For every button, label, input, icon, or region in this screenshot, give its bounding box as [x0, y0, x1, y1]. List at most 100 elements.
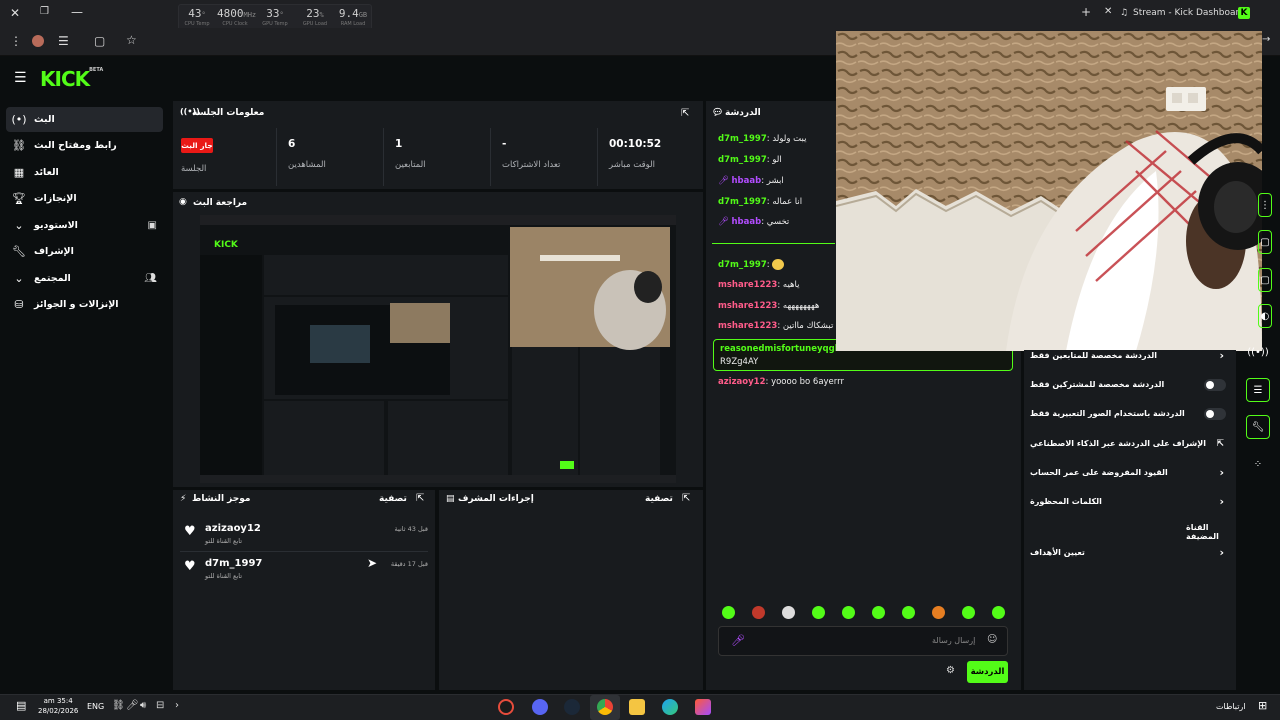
emotes-only-toggle[interactable] — [1204, 408, 1226, 420]
chat-new-divider — [712, 243, 835, 244]
sidebar-item-studio[interactable]: ⌄ الاستوديو ▣ — [6, 213, 163, 238]
broadcast-rail-icon[interactable]: ((•)) — [1246, 340, 1270, 364]
input-language[interactable]: ENG — [87, 702, 104, 711]
new-tab-icon[interactable]: + — [1081, 5, 1091, 19]
discord-app-icon[interactable] — [532, 699, 548, 715]
profile-avatar[interactable] — [32, 35, 44, 47]
banned-words-setting[interactable]: الكلمات المحظورة › — [1030, 495, 1230, 513]
mod-filter-button[interactable]: تصفية — [645, 494, 673, 504]
app-icon[interactable] — [695, 699, 711, 715]
mic-badge-icon[interactable]: 🎤︎ — [731, 634, 745, 647]
chat-username[interactable]: d7m_1997 — [718, 197, 767, 207]
restore-icon[interactable]: ❐ — [40, 6, 49, 17]
network-icon[interactable]: ⊟ — [156, 700, 164, 711]
file-explorer-icon[interactable] — [629, 699, 645, 715]
sidebar-item-community[interactable]: ⌄ المجتمع 👥︎ — [6, 266, 163, 291]
chat-text: الو — [772, 155, 782, 165]
account-age-setting[interactable]: القيود المفروضة على عمر الحساب › — [1030, 466, 1230, 484]
menu-dots-icon[interactable]: ⋮ — [10, 34, 22, 48]
browser-tab[interactable]: ♫ Stream - Kick Dashboard K — [1100, 4, 1255, 24]
pinned-username[interactable]: reasonedmisfortuneyqgb: — [720, 344, 844, 354]
chat-send-button[interactable]: الدردشة — [967, 661, 1008, 683]
activity-filter-button[interactable]: تصفية — [379, 494, 407, 504]
popout-icon[interactable]: ⇱ — [682, 493, 690, 504]
emote-icon[interactable] — [722, 606, 735, 619]
emote-icon[interactable] — [782, 606, 795, 619]
emote-icon[interactable] — [752, 606, 765, 619]
emote-icon[interactable] — [872, 606, 885, 619]
divider — [180, 551, 428, 552]
activity-username[interactable]: azizaoy12 — [205, 523, 261, 534]
live-status-badge: جار البث — [181, 138, 213, 153]
wrench-icon[interactable]: 🔧︎ — [1246, 415, 1270, 439]
sidebar-item-achievements[interactable]: 🏆︎ الإنجازات — [6, 186, 163, 211]
layout-icon[interactable]: ☰ — [1246, 378, 1270, 402]
rail-button-partial[interactable]: ◐ — [1258, 304, 1272, 328]
chat-username[interactable]: hbaab — [732, 176, 762, 186]
popout-icon[interactable]: ⇱ — [681, 108, 689, 119]
subscribers-only-setting: الدردشة مخصصة للمشتركين فقط — [1030, 378, 1230, 396]
emote-icon[interactable] — [812, 606, 825, 619]
chat-username[interactable]: d7m_1997 — [718, 260, 767, 270]
chevron-down-icon: ⌄ — [14, 272, 24, 285]
popout-icon[interactable]: ⇱ — [416, 493, 424, 504]
sidebar-item-stream[interactable]: (•) البث — [6, 107, 163, 132]
chevron-up-icon[interactable]: › — [175, 700, 179, 711]
chat-input-placeholder: إرسال رسالة — [932, 636, 976, 645]
goals-setting[interactable]: تعيين الأهداف › — [1030, 546, 1230, 564]
links-label[interactable]: ارتباطات — [1216, 702, 1246, 711]
external-link-icon: ⇱ — [1216, 439, 1224, 449]
steam-app-icon[interactable] — [564, 699, 580, 715]
minimize-icon[interactable]: — — [71, 5, 83, 19]
bookmark-star-icon[interactable]: ☆ — [126, 33, 137, 47]
sidebar-item-moderation[interactable]: 🔧︎ الإشراف — [6, 239, 163, 264]
rail-button-partial[interactable]: ⋮ — [1258, 193, 1272, 217]
obs-app-icon[interactable] — [498, 699, 514, 715]
notification-icon[interactable]: ▤ — [16, 699, 26, 712]
followers-only-setting[interactable]: الدردشة مخصصة للمتابعين فقط › — [1030, 349, 1230, 367]
emote-icon[interactable] — [842, 606, 855, 619]
chevron-down-icon: ⌄ — [14, 219, 24, 232]
sidebar-item-stream-key[interactable]: ⛓ رابط ومفتاح البث — [6, 133, 163, 158]
kick-logo[interactable]: KICKBETA — [40, 67, 103, 91]
chrome-app-icon[interactable] — [597, 699, 613, 715]
taskbar-clock[interactable]: am 35:4 28/02/2026 — [38, 696, 78, 716]
reader-mode-icon[interactable]: ☰ — [58, 34, 69, 48]
chat-username[interactable]: mshare1223 — [718, 280, 777, 290]
emote-icon — [772, 259, 785, 270]
stream-preview-video[interactable]: KICK — [200, 215, 676, 483]
edge-app-icon[interactable] — [662, 699, 678, 715]
microphone-icon[interactable]: 🎤︎ — [126, 700, 139, 711]
chat-username[interactable]: d7m_1997 — [718, 155, 767, 165]
emote-icon[interactable] — [962, 606, 975, 619]
activity-username[interactable]: d7m_1997 — [205, 558, 262, 569]
sidebar-item-drops[interactable]: ⛁ الإنزالات و الجوائز — [6, 292, 163, 317]
ai-moderation-setting[interactable]: الإشراف على الدردشة عبر الذكاء الاصطناعي… — [1030, 437, 1230, 455]
wrench-icon: 🔧︎ — [12, 245, 26, 258]
link-icon[interactable]: ⛓ — [112, 700, 125, 711]
subscribers-only-toggle[interactable] — [1204, 379, 1226, 391]
rail-button-partial[interactable]: ▢ — [1258, 230, 1272, 254]
volume-icon[interactable]: 🔊︎ — [140, 700, 146, 711]
chat-username[interactable]: hbaab — [732, 217, 762, 227]
emote-icon[interactable] — [902, 606, 915, 619]
chat-settings-panel — [1024, 350, 1236, 690]
chat-message-input[interactable]: 🎤︎ إرسال رسالة ☺ — [718, 626, 1008, 656]
emote-icon[interactable] — [992, 606, 1005, 619]
chat-settings-gear-icon[interactable]: ⚙ — [946, 665, 955, 676]
extensions-icon[interactable]: ▢ — [94, 34, 105, 48]
rail-button-partial[interactable]: ▢ — [1258, 268, 1272, 292]
chat-username[interactable]: d7m_1997 — [718, 134, 767, 144]
chat-username[interactable]: mshare1223 — [718, 321, 777, 331]
back-arrow-icon[interactable]: → — [1262, 34, 1270, 45]
close-icon[interactable]: ✕ — [10, 6, 20, 20]
apps-icon[interactable]: ⁘ — [1246, 452, 1270, 476]
start-button-icon[interactable]: ⊞ — [1258, 699, 1267, 712]
chat-username[interactable]: mshare1223 — [718, 301, 777, 311]
hamburger-menu-icon[interactable]: ☰ — [14, 70, 27, 86]
emote-icon[interactable] — [932, 606, 945, 619]
sidebar-item-revenue[interactable]: ▦ العائد — [6, 160, 163, 185]
emoji-picker-icon[interactable]: ☺ — [987, 634, 997, 645]
chat-username[interactable]: azizaoy12 — [718, 377, 766, 387]
setting-label: الدردشة باستخدام الصور التعبيرية فقط — [1030, 409, 1185, 418]
